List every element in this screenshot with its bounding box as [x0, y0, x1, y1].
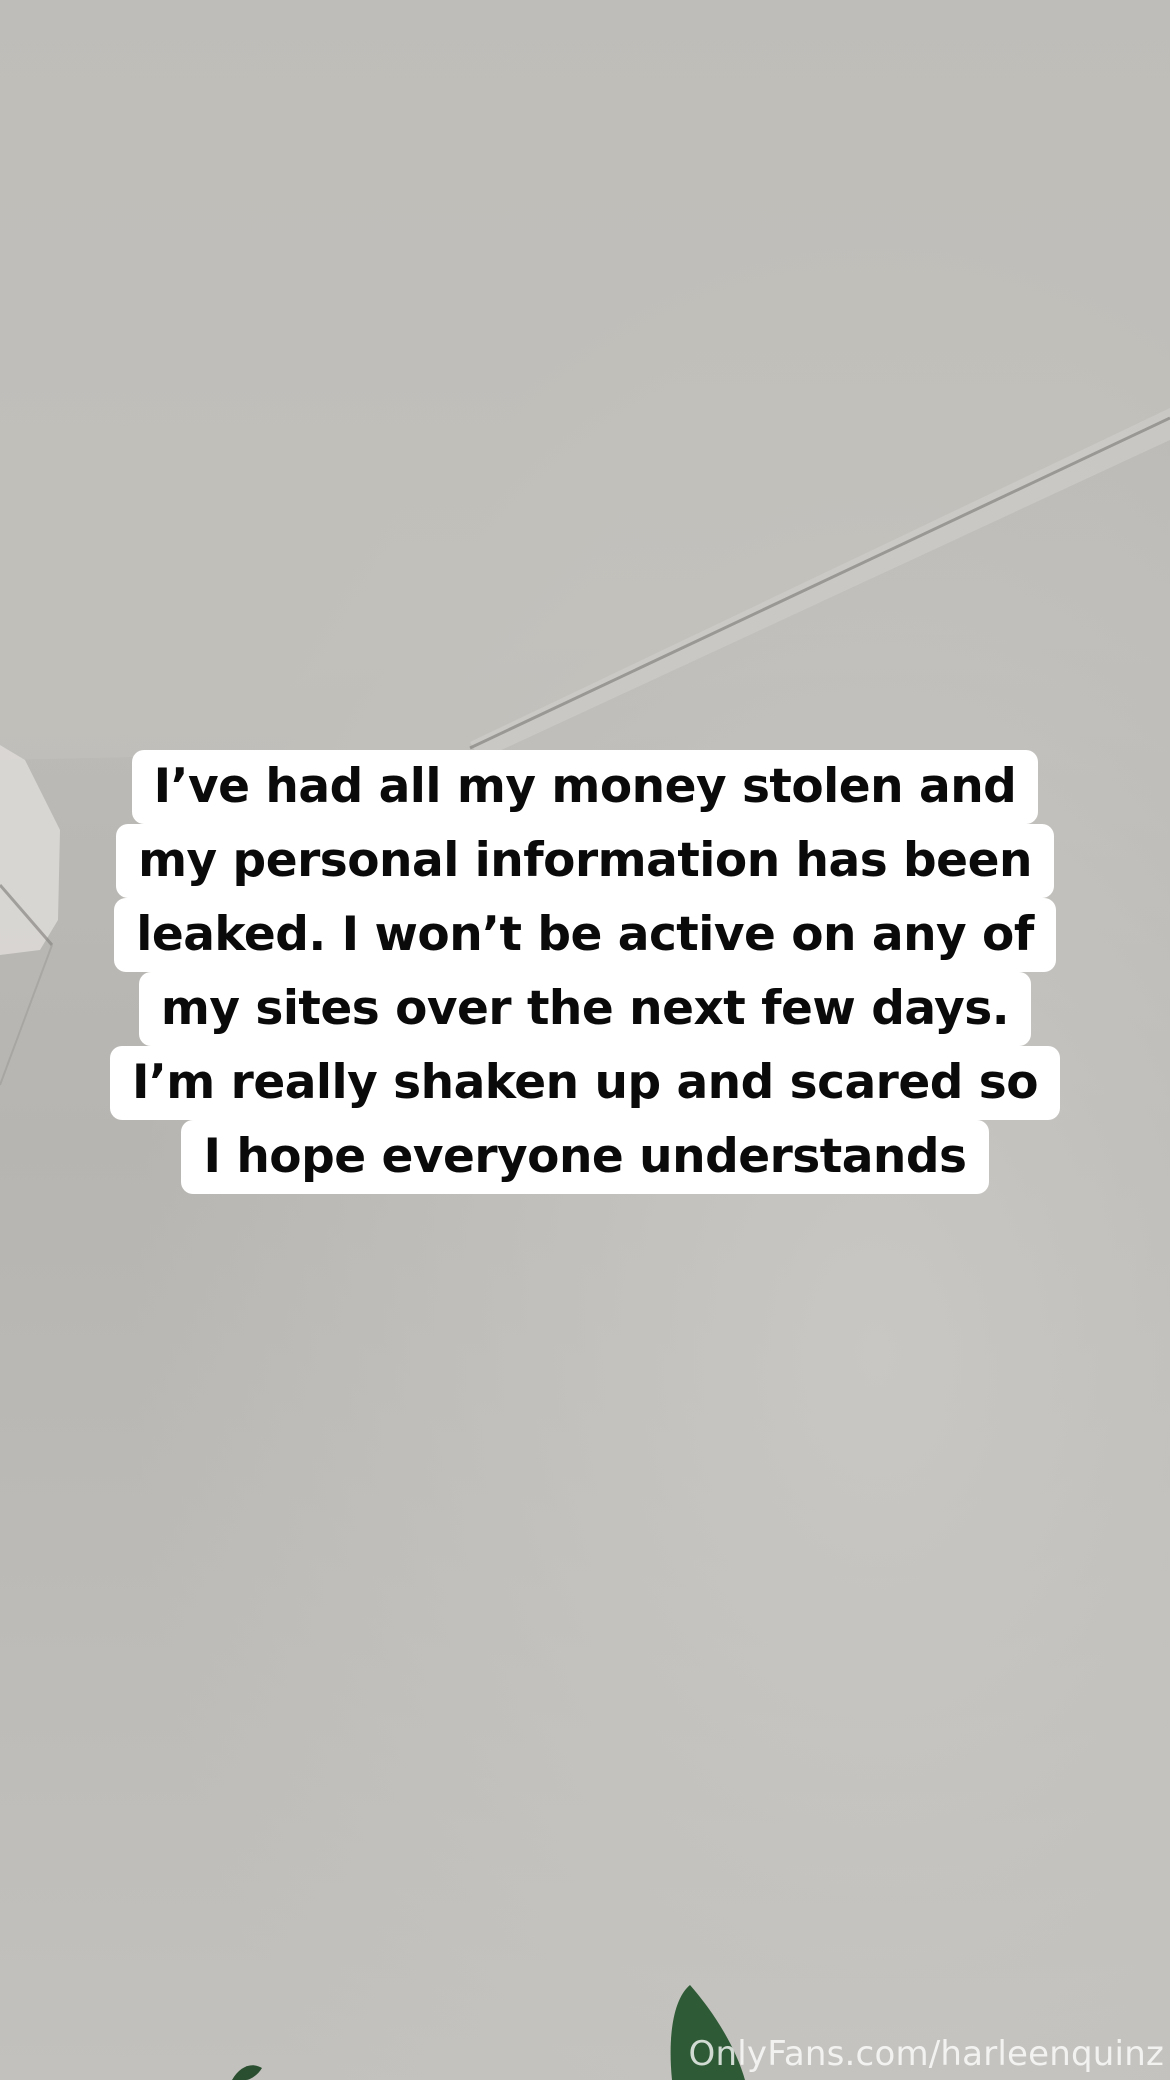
caption-line-1: I’ve had all my money stolen and [131, 750, 1039, 824]
caption-line-5: I’m really shaken up and scared so [109, 1046, 1061, 1120]
photo-background: I’ve had all my money stolen and my pers… [0, 0, 1170, 2080]
watermark-text: OnlyFans.com/harleenquinz [688, 2034, 1164, 2074]
caption-line-6: I hope everyone understands [181, 1120, 989, 1194]
story-caption: I’ve had all my money stolen and my pers… [0, 750, 1170, 1194]
caption-line-2: my personal information has been [116, 824, 1054, 898]
plant-leaf-small-icon [232, 2065, 262, 2080]
caption-line-3: leaked. I won’t be active on any of [114, 898, 1056, 972]
caption-line-4: my sites over the next few days. [138, 972, 1032, 1046]
ceiling-upper-plane [0, 0, 1170, 760]
